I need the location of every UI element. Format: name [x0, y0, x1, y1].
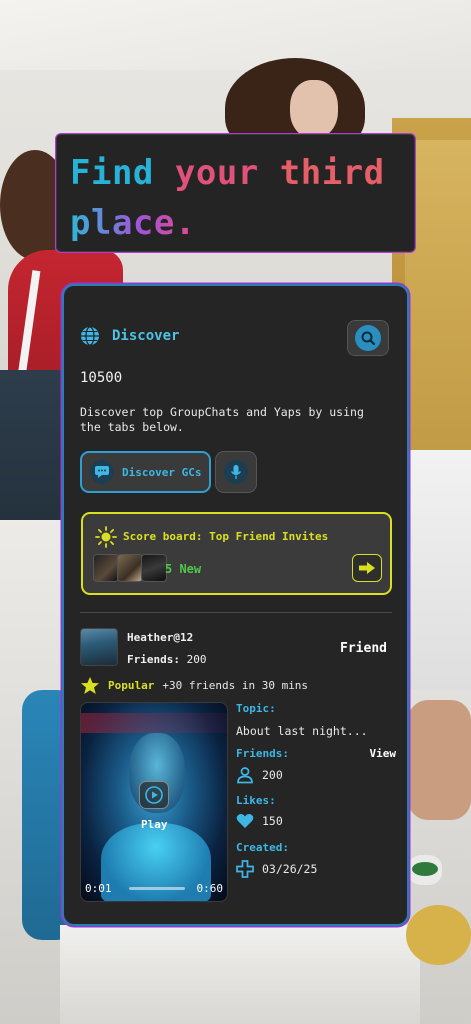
- video-player[interactable]: Play 0:01 0:60: [80, 702, 228, 902]
- likes-value: 150: [262, 814, 283, 828]
- popular-label: Popular: [108, 679, 155, 692]
- person-icon: [237, 767, 253, 784]
- discover-description: Discover top GroupChats and Yaps by usin…: [80, 405, 364, 434]
- background-ceiling: [0, 0, 471, 70]
- avatar[interactable]: [80, 628, 118, 666]
- background-bowl: [406, 905, 471, 965]
- created-label: Created:: [236, 841, 289, 854]
- friend-status-button[interactable]: Friend: [340, 641, 387, 656]
- popular-description: +30 friends in 30 mins: [162, 679, 309, 692]
- post-friends: Friends: 200: [127, 653, 206, 666]
- post-friends-label: Friends:: [127, 653, 180, 666]
- tab-yaps[interactable]: [215, 451, 257, 493]
- tab-discover-gcs-label: Discover GCs: [122, 465, 202, 479]
- headline-word-find: Find: [70, 153, 154, 193]
- microphone-icon: [224, 460, 248, 484]
- scoreboard-arrow-button[interactable]: [352, 554, 382, 582]
- topic-value: About last night...: [236, 724, 368, 738]
- video-frame-figure: [101, 823, 211, 901]
- likes-label: Likes:: [236, 794, 276, 807]
- avatar: [117, 554, 143, 582]
- video-progress-bar[interactable]: [129, 887, 185, 890]
- headline-word-place: place.: [70, 203, 196, 243]
- scoreboard-card[interactable]: Score board: Top Friend Invites 5 New: [81, 512, 392, 595]
- meta-friends-value: 200: [262, 768, 283, 782]
- post-friends-count: 200: [186, 653, 207, 666]
- avatar: [93, 554, 119, 582]
- background-face: [290, 80, 338, 138]
- discover-title: Discover: [112, 328, 180, 344]
- scoreboard-title: Score board: Top Friend Invites: [123, 530, 329, 543]
- globe-icon: [81, 326, 99, 346]
- play-button[interactable]: [139, 781, 169, 809]
- meta-friends-label: Friends:: [236, 747, 289, 760]
- headline-card: Find your third place.: [55, 133, 416, 253]
- search-button[interactable]: [347, 320, 389, 356]
- discover-header: Discover: [80, 326, 179, 346]
- avatar: [141, 554, 167, 582]
- search-icon: [355, 325, 381, 351]
- view-button[interactable]: View: [370, 747, 397, 760]
- post-username[interactable]: Heather@12: [127, 631, 193, 644]
- arrow-right-icon: [359, 562, 375, 574]
- background-arm: [408, 700, 471, 820]
- video-frame-light: [81, 713, 227, 733]
- background-pants: [60, 925, 420, 1024]
- chat-icon: [90, 460, 114, 484]
- background-shirt: [405, 450, 471, 690]
- headline: Find your third place.: [70, 148, 401, 248]
- topic-label: Topic:: [236, 702, 276, 715]
- plus-icon: [236, 860, 254, 878]
- scoreboard-new-count: 5 New: [165, 562, 202, 576]
- video-time-current: 0:01: [85, 882, 112, 895]
- play-label: Play: [141, 818, 168, 831]
- created-value: 03/26/25: [262, 862, 318, 876]
- video-time-total: 0:60: [196, 882, 224, 895]
- headline-word-third: third: [279, 153, 385, 193]
- tab-discover-gcs[interactable]: Discover GCs: [80, 451, 211, 493]
- headline-word-your: your: [174, 153, 259, 193]
- star-icon: [81, 677, 99, 694]
- sun-icon: [95, 526, 117, 548]
- background-cup-contents: [412, 862, 438, 876]
- scoreboard-avatars: [93, 554, 167, 582]
- discover-count: 10500: [80, 370, 123, 386]
- discover-card: Discover 10500 Discover top GroupChats a…: [62, 284, 409, 926]
- divider: [80, 612, 392, 613]
- heart-icon: [236, 814, 254, 828]
- popular-badge: Popular +30 friends in 30 mins: [80, 676, 308, 695]
- play-icon: [145, 786, 163, 804]
